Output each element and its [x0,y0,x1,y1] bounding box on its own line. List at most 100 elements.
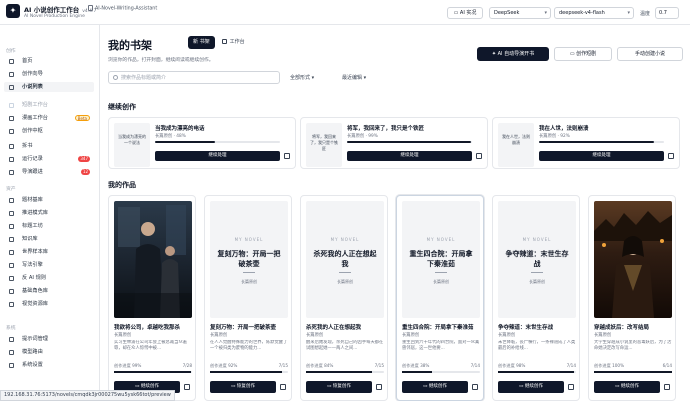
sidebar-item-prompts[interactable]: 提示词管理 [4,334,94,344]
cover-title: 复刻万物：开局一把破茶壶 [217,250,281,268]
search-box[interactable] [108,71,280,84]
continue-card[interactable]: 将军，我回来了，我只是个铁匠 将军，我回来了，我只是个铁匠 长篇原创 · 99%… [300,117,488,169]
cover-placeholder[interactable]: MY NOVEL 杀死我的人正在想起我 长篇原创 [306,201,384,318]
sidebar-item-hub[interactable]: 创作中枢 [4,126,94,136]
sidebar-item-short-drama[interactable]: 短剧工作台 [4,100,94,110]
work-card[interactable]: MY NOVEL 杀死我的人正在想起我 长篇原创 杀死我的人正在想起我 长篇原创… [300,195,388,401]
sidebar-item-world[interactable]: 世界样本库 [4,247,94,257]
book-icon [9,84,14,90]
continue-card[interactable]: 我在人世，法则崩溃 我在人世，法则崩溃 长篇原创 · 92% 继续处理 [492,117,680,169]
work-description: 末世降临，丧尸横行，一条辣道成了人类最后的补给线... [498,340,576,351]
message-icon [9,336,14,342]
work-action-button[interactable]: ▭ 恢复创作 [306,381,372,393]
temperature-label: 温度 [640,11,651,17]
progress-fill [347,141,471,143]
count-badge: 347 [78,156,90,162]
export-icon[interactable] [664,384,670,390]
cover-placeholder[interactable]: MY NOVEL 争夺辣道：末世生存战 长篇原创 [498,201,576,318]
sidebar-item-anti-ai[interactable]: 反 AI 规则 [4,273,94,283]
work-progress-text: 创作进度 84% 7/15 [306,363,384,368]
model-select[interactable]: deepseek-v4-flash ▾ [554,7,634,19]
export-icon[interactable] [284,153,290,159]
continue-button[interactable]: 继续处理 [539,151,664,161]
work-card[interactable]: 我欲将公司，卓越吃我那杀 长篇原创 实习生林浦在公司年会上被总裁当众羞辱，却在众… [108,195,196,401]
ai-auto-start-button[interactable]: ✦ AI 自动导演开书 [477,47,549,61]
continue-button[interactable]: 继续处理 [155,151,280,161]
sidebar-item-title-workshop[interactable]: 标题工坊 [4,221,94,231]
document-icon [88,5,93,11]
sidebar-item-knowledge[interactable]: 知识库 [4,234,94,244]
gear-icon [9,362,14,368]
cover-foot: 长篇原创 [241,279,257,284]
export-icon[interactable] [568,384,574,390]
sidebar: 创作 首页 创作向导 小说列表 短剧工作台 漫画工作台 Beta 创作中枢 拆书 … [0,25,100,401]
sidebar-item-novel-list[interactable]: 小说列表 [4,82,94,92]
continue-title: 我在人世，法则崩溃 [539,126,589,132]
sidebar-item-visual[interactable]: 视觉资源库 [4,299,94,309]
work-card[interactable]: MY NOVEL 复刻万物：开局一把破茶壶 长篇原创 复刻万物：开局一把破茶壶 … [204,195,292,401]
cover-image[interactable] [594,201,672,318]
work-action-button[interactable]: ▭ 继续创作 [402,381,468,393]
work-action-button[interactable]: ▭ 继续创作 [594,381,660,393]
provider-select[interactable]: DeepSeek ▾ [489,7,551,19]
cover-foot: 长篇原创 [529,279,545,284]
continue-meta: 长篇原创 · 92% [539,134,570,139]
ai-realtime-button[interactable]: ▭ AI 实况 [447,7,483,19]
continue-heading: 继续创作 [108,103,136,111]
sort-select[interactable]: 最近编辑 ▾ [342,74,366,81]
progress-bar [306,371,384,373]
export-icon[interactable] [376,384,382,390]
progress-fill [539,141,654,143]
progress-fill [210,371,282,373]
repo-link[interactable]: AI-Novel-Writing-Assistant [88,5,157,12]
grid-icon [221,38,227,44]
work-action-button[interactable]: ▭ 继续创作 [498,381,564,393]
progress-bar [594,371,672,373]
export-icon[interactable] [668,153,674,159]
sidebar-item-book-analysis[interactable]: 拆书 [4,141,94,151]
export-icon[interactable] [184,384,190,390]
sidebar-item-home[interactable]: 首页 [4,56,94,66]
work-action-button[interactable]: ▭ 恢复创作 [210,381,276,393]
wand-icon [9,71,14,77]
sidebar-item-model-routing[interactable]: 模型路由 [4,347,94,357]
progress-bar [155,141,280,143]
sidebar-item-style-engine[interactable]: 写法引擎 [4,260,94,270]
cover-placeholder[interactable]: MY NOVEL 复刻万物：开局一把破茶壶 长篇原创 [210,201,288,318]
sidebar-item-director-follow[interactable]: 导演跟进 12 [4,167,94,177]
sidebar-item-run-log[interactable]: 运行记录 347 [4,154,94,164]
form-filter-select[interactable]: 全部形式 ▾ [290,74,314,81]
sidebar-item-genre[interactable]: 题材基库 [4,195,94,205]
works-heading: 我的作品 [108,181,136,189]
work-card[interactable]: MY NOVEL 重生四合院：开局拿下秦淮茹 长篇原创 重生四合院：开局拿下秦淮… [396,195,484,401]
cover-label: MY NOVEL [330,237,360,242]
work-card[interactable]: MY NOVEL 争夺辣道：末世生存战 长篇原创 争夺辣道：末世生存战 长篇原创… [492,195,580,401]
tab-workbench[interactable]: 工作台 [217,36,250,49]
export-icon[interactable] [476,153,482,159]
continue-card[interactable]: 当我成为漂亮的一个说法 当我成为漂亮的电话 长篇原创 · 48% 继续处理 [108,117,296,169]
sidebar-item-characters[interactable]: 基础角色库 [4,286,94,296]
sidebar-item-pacing[interactable]: 推进模式库 [4,208,94,218]
progress-fill [306,371,372,373]
work-progress-text: 创作进度 38% 7/14 [402,363,480,368]
search-icon [113,75,118,80]
temperature-input[interactable]: 0.7 [655,7,679,19]
manual-create-button[interactable]: 手动创建小说 [617,47,683,61]
database-icon [9,236,14,242]
create-short-drama-button[interactable]: ▭ 创作短剧 [554,47,612,61]
export-icon[interactable] [472,384,478,390]
progress-bar [402,371,480,373]
tab-shelf[interactable]: 新 书架 [188,36,215,49]
continue-button[interactable]: 继续处理 [347,151,472,161]
cover-placeholder[interactable]: MY NOVEL 重生四合院：开局拿下秦淮茹 长篇原创 [402,201,480,318]
sidebar-item-settings[interactable]: 系统设置 [4,360,94,370]
sidebar-item-wizard[interactable]: 创作向导 [4,69,94,79]
export-icon[interactable] [280,384,286,390]
cover-image[interactable] [114,201,192,318]
work-card[interactable]: 穿越成妖后：改写结局 长篇原创 大学生穿越成小说里的恶毒妖后，为了活命她决定改写… [588,195,676,401]
users-icon [9,288,14,294]
search-input[interactable] [121,73,276,83]
app-logo-icon: ✦ [6,4,20,18]
work-type: 长篇原创 [306,333,324,338]
sidebar-item-comic[interactable]: 漫画工作台 Beta [4,113,94,123]
